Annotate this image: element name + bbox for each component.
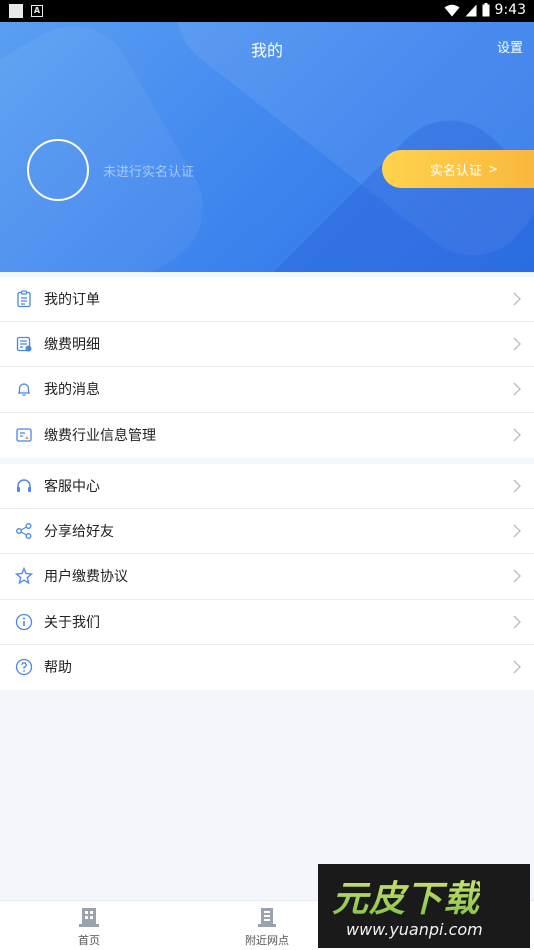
menu-item-share[interactable]: 分享给好友 bbox=[0, 509, 534, 555]
menu-item-payment-details[interactable]: 缴费明细 bbox=[0, 322, 534, 368]
notification-square-icon bbox=[9, 4, 23, 18]
menu-item-label: 缴费行业信息管理 bbox=[44, 428, 156, 445]
menu-item-label: 我的订单 bbox=[44, 292, 100, 309]
auth-status-text: 未进行实名认证 bbox=[103, 165, 195, 180]
chevron-right-icon bbox=[513, 615, 521, 629]
tab-label: 首页 bbox=[78, 934, 100, 947]
chevron-right-icon bbox=[513, 569, 521, 583]
menu-item-help[interactable]: 帮助 bbox=[0, 645, 534, 690]
watermark-logo: 元皮下载 bbox=[332, 870, 480, 922]
menu-group-support: 客服中心 分享给好友 用户缴费协议 关于我们 帮助 bbox=[0, 464, 534, 690]
signal-icon bbox=[465, 4, 477, 16]
bell-icon bbox=[18, 383, 30, 397]
menu-item-label: 关于我们 bbox=[44, 614, 100, 631]
menu-item-my-messages[interactable]: 我的消息 bbox=[0, 367, 534, 413]
status-time: 9:43 bbox=[494, 2, 526, 18]
page-title: 我的 bbox=[250, 41, 283, 60]
wifi-icon bbox=[444, 4, 460, 16]
avatar[interactable] bbox=[27, 139, 89, 201]
menu-item-label: 我的消息 bbox=[44, 382, 100, 399]
real-name-verify-button[interactable]: 实名认证 > bbox=[382, 150, 534, 188]
menu-item-label: 客服中心 bbox=[44, 479, 100, 496]
home-building-icon bbox=[79, 908, 99, 927]
chevron-right-icon bbox=[513, 382, 521, 396]
menu-item-label: 帮助 bbox=[44, 660, 72, 677]
chevron-right-icon bbox=[513, 524, 521, 538]
menu-group-orders: 我的订单 缴费明细 我的消息 缴费行业信息管理 bbox=[0, 277, 534, 458]
watermark: 元皮下载 www.yuanpi.com bbox=[318, 864, 530, 948]
nearby-building-icon bbox=[258, 908, 276, 927]
info-icon bbox=[15, 613, 33, 630]
watermark-url: www.yuanpi.com bbox=[346, 920, 483, 939]
chevron-right-icon: > bbox=[488, 162, 499, 176]
headset-icon bbox=[17, 479, 31, 493]
chevron-right-icon bbox=[513, 660, 521, 674]
industry-info-icon bbox=[16, 428, 32, 442]
tab-home[interactable]: 首页 bbox=[0, 901, 178, 950]
notification-a-icon: A bbox=[31, 5, 43, 17]
order-list-icon bbox=[17, 290, 31, 308]
payment-detail-icon bbox=[16, 337, 32, 352]
chevron-right-icon bbox=[513, 292, 521, 306]
menu-item-industry-info[interactable]: 缴费行业信息管理 bbox=[0, 413, 534, 458]
verify-button-label: 实名认证 bbox=[430, 163, 483, 179]
status-bar: A 9:43 bbox=[0, 0, 534, 22]
star-icon bbox=[15, 567, 33, 585]
menu-item-customer-service[interactable]: 客服中心 bbox=[0, 464, 534, 510]
share-icon bbox=[16, 523, 32, 540]
chevron-right-icon bbox=[513, 428, 521, 442]
menu-item-about-us[interactable]: 关于我们 bbox=[0, 600, 534, 645]
help-icon bbox=[15, 659, 33, 676]
menu-item-label: 缴费明细 bbox=[44, 337, 100, 354]
settings-button[interactable]: 设置 bbox=[497, 37, 523, 56]
profile-header: 我的 设置 未进行实名认证 实名认证 > bbox=[0, 22, 534, 272]
menu-item-label: 分享给好友 bbox=[44, 524, 114, 541]
chevron-right-icon bbox=[513, 479, 521, 493]
battery-icon bbox=[482, 3, 490, 17]
menu-item-payment-agreement[interactable]: 用户缴费协议 bbox=[0, 554, 534, 600]
menu-item-label: 用户缴费协议 bbox=[44, 569, 128, 586]
menu-item-my-orders[interactable]: 我的订单 bbox=[0, 277, 534, 323]
chevron-right-icon bbox=[513, 337, 521, 351]
